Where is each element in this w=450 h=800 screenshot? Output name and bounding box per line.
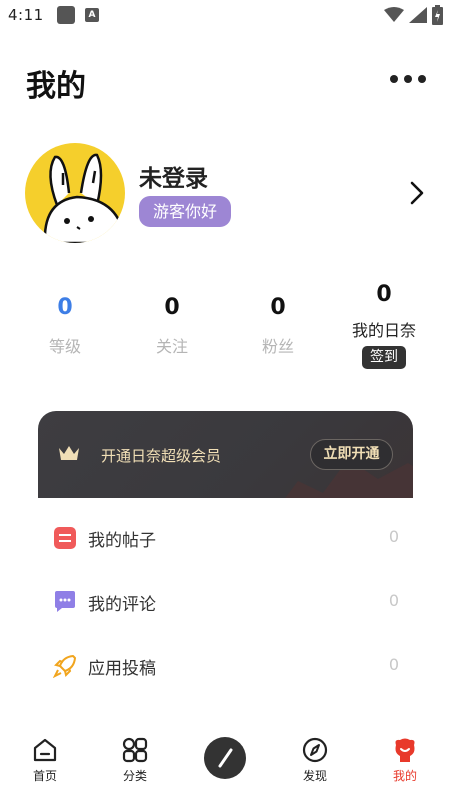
status-time: 4:11 bbox=[8, 6, 44, 24]
stat-followers-label: 粉丝 bbox=[261, 337, 294, 356]
stat-level-value: 0 bbox=[57, 295, 73, 320]
menu-item-label: 应用投稿 bbox=[88, 659, 156, 679]
crown-icon bbox=[59, 446, 79, 460]
nav-label: 分类 bbox=[122, 769, 147, 783]
home-icon bbox=[33, 738, 57, 762]
nav-category[interactable]: 分类 bbox=[100, 725, 170, 800]
battery-icon bbox=[432, 5, 443, 25]
menu-item-label: 我的评论 bbox=[88, 595, 156, 615]
category-icon bbox=[122, 737, 148, 763]
avatar[interactable] bbox=[25, 143, 125, 243]
rocket-icon bbox=[53, 655, 76, 678]
stat-following-value: 0 bbox=[164, 295, 180, 320]
nav-label: 我的 bbox=[392, 769, 417, 783]
menu-item-count: 0 bbox=[388, 591, 399, 610]
nav-home[interactable]: 首页 bbox=[10, 725, 80, 800]
compass-icon bbox=[302, 737, 328, 763]
wifi-icon bbox=[384, 7, 404, 22]
more-dot-icon bbox=[404, 75, 412, 83]
signal-icon bbox=[409, 7, 427, 23]
menu-item-count: 0 bbox=[388, 655, 399, 674]
nav-discover[interactable]: 发现 bbox=[280, 725, 350, 800]
status-bar: 4:11 A bbox=[0, 0, 450, 32]
guest-badge: 游客你好 bbox=[139, 196, 232, 227]
chevron-right-icon[interactable] bbox=[406, 180, 428, 206]
menu-item-my-posts[interactable]: 我的帖子 0 bbox=[38, 506, 413, 570]
menu-item-count: 0 bbox=[388, 527, 399, 546]
nav-label: 首页 bbox=[32, 769, 57, 783]
menu-item-my-comments[interactable]: 我的评论 0 bbox=[38, 570, 413, 634]
page-title: 我的 bbox=[26, 69, 86, 104]
stat-rina-label: 我的日奈 bbox=[351, 321, 416, 340]
stat-rina-value: 0 bbox=[376, 282, 392, 307]
stat-rina[interactable]: 0 我的日奈 bbox=[339, 282, 429, 341]
compose-icon bbox=[218, 748, 233, 768]
comment-icon bbox=[55, 591, 75, 612]
stat-level[interactable]: 0 等级 bbox=[25, 295, 105, 357]
more-options-button[interactable] bbox=[390, 69, 426, 89]
menu-item-app-submission[interactable]: 应用投稿 0 bbox=[38, 634, 413, 698]
more-dot-icon bbox=[418, 75, 426, 83]
checkin-button[interactable]: 签到 bbox=[362, 346, 406, 369]
post-icon bbox=[54, 527, 76, 549]
app-a-icon: A bbox=[85, 8, 99, 22]
stat-followers[interactable]: 0 粉丝 bbox=[238, 295, 318, 357]
app-notification-icon bbox=[57, 6, 75, 24]
compose-button[interactable] bbox=[204, 737, 246, 779]
nav-profile[interactable]: 我的 bbox=[370, 725, 440, 800]
rabbit-avatar-icon bbox=[43, 153, 125, 243]
username[interactable]: 未登录 bbox=[139, 159, 208, 193]
bottom-nav: 首页 分类 发现 我的 bbox=[0, 725, 450, 800]
more-dot-icon bbox=[390, 75, 398, 83]
vip-activate-button[interactable]: 立即开通 bbox=[310, 439, 393, 470]
vip-promo-text: 开通日奈超级会员 bbox=[101, 447, 222, 465]
stat-followers-value: 0 bbox=[270, 295, 286, 320]
vip-banner[interactable]: 开通日奈超级会员 立即开通 bbox=[38, 411, 413, 498]
stat-following-label: 关注 bbox=[155, 337, 188, 356]
menu-item-label: 我的帖子 bbox=[88, 531, 156, 551]
stat-following[interactable]: 0 关注 bbox=[132, 295, 212, 357]
profile-icon bbox=[395, 738, 415, 762]
nav-label: 发现 bbox=[302, 769, 327, 783]
stat-level-label: 等级 bbox=[48, 337, 81, 356]
